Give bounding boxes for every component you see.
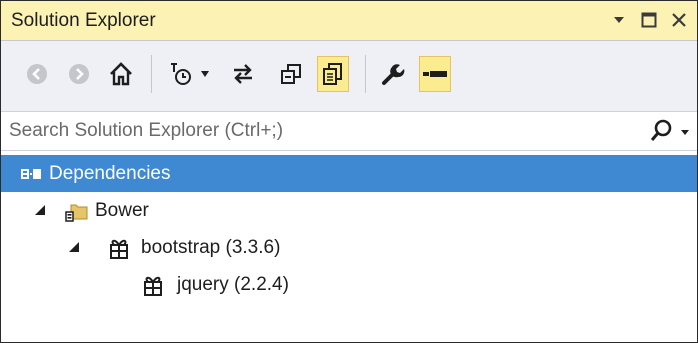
back-button[interactable] <box>21 56 53 92</box>
package-icon <box>144 276 162 296</box>
collapse-all-button[interactable] <box>275 56 307 92</box>
show-all-files-icon <box>323 63 342 85</box>
close-icon <box>672 13 686 27</box>
maximize-icon <box>641 12 657 28</box>
tree-node-label: jquery (2.2.4) <box>177 274 289 295</box>
search-bar <box>1 111 697 151</box>
collapse-all-icon <box>281 64 301 84</box>
toolbar-separator <box>151 55 152 93</box>
toolbar <box>1 41 697 111</box>
sync-arrows-icon <box>234 64 252 84</box>
show-all-files-button[interactable] <box>317 56 349 92</box>
forward-button[interactable] <box>63 56 95 92</box>
properties-button[interactable] <box>377 56 409 92</box>
panel-title: Solution Explorer <box>11 10 156 31</box>
wrench-icon <box>382 64 405 85</box>
solution-tree: Dependencies Bower bootstrap (3.3.6) jqu… <box>1 151 697 342</box>
clock-filter-icon <box>171 63 191 85</box>
close-button[interactable] <box>667 7 691 33</box>
preview-selected-items-button[interactable] <box>419 56 451 92</box>
expanded-arrow-icon[interactable] <box>67 240 81 254</box>
search-icon <box>650 119 689 141</box>
tree-node-bootstrap[interactable]: bootstrap (3.3.6) <box>1 229 697 266</box>
forward-arrow-icon <box>69 64 89 84</box>
pending-changes-dropdown[interactable] <box>195 56 215 92</box>
back-arrow-icon <box>27 64 47 84</box>
search-button[interactable] <box>650 118 689 146</box>
home-icon <box>110 62 132 86</box>
dependencies-icon <box>21 169 41 179</box>
window-position-dropdown[interactable] <box>607 7 631 33</box>
tree-node-jquery[interactable]: jquery (2.2.4) <box>1 266 697 303</box>
bower-folder-icon <box>65 204 88 222</box>
tree-node-label: Bower <box>95 200 149 221</box>
chevron-down-icon <box>201 71 209 77</box>
tree-node-dependencies[interactable]: Dependencies <box>1 155 697 192</box>
search-input[interactable] <box>9 118 629 144</box>
toolbar-separator <box>365 55 366 93</box>
tree-node-label: Dependencies <box>49 163 171 184</box>
expanded-arrow-icon[interactable] <box>33 203 47 217</box>
chevron-down-icon <box>614 17 624 23</box>
title-bar: Solution Explorer <box>1 1 697 41</box>
tree-node-label: bootstrap (3.3.6) <box>141 237 281 258</box>
solution-explorer-panel: Solution Explorer Search Solution Explor… <box>0 0 698 343</box>
package-icon <box>110 239 128 259</box>
preview-icon <box>423 71 447 77</box>
home-button[interactable] <box>105 56 137 92</box>
maximize-button[interactable] <box>637 7 661 33</box>
tree-node-bower[interactable]: Bower <box>1 192 697 229</box>
sync-with-active-document-button[interactable] <box>227 56 259 92</box>
pending-changes-filter-button[interactable] <box>165 56 197 92</box>
